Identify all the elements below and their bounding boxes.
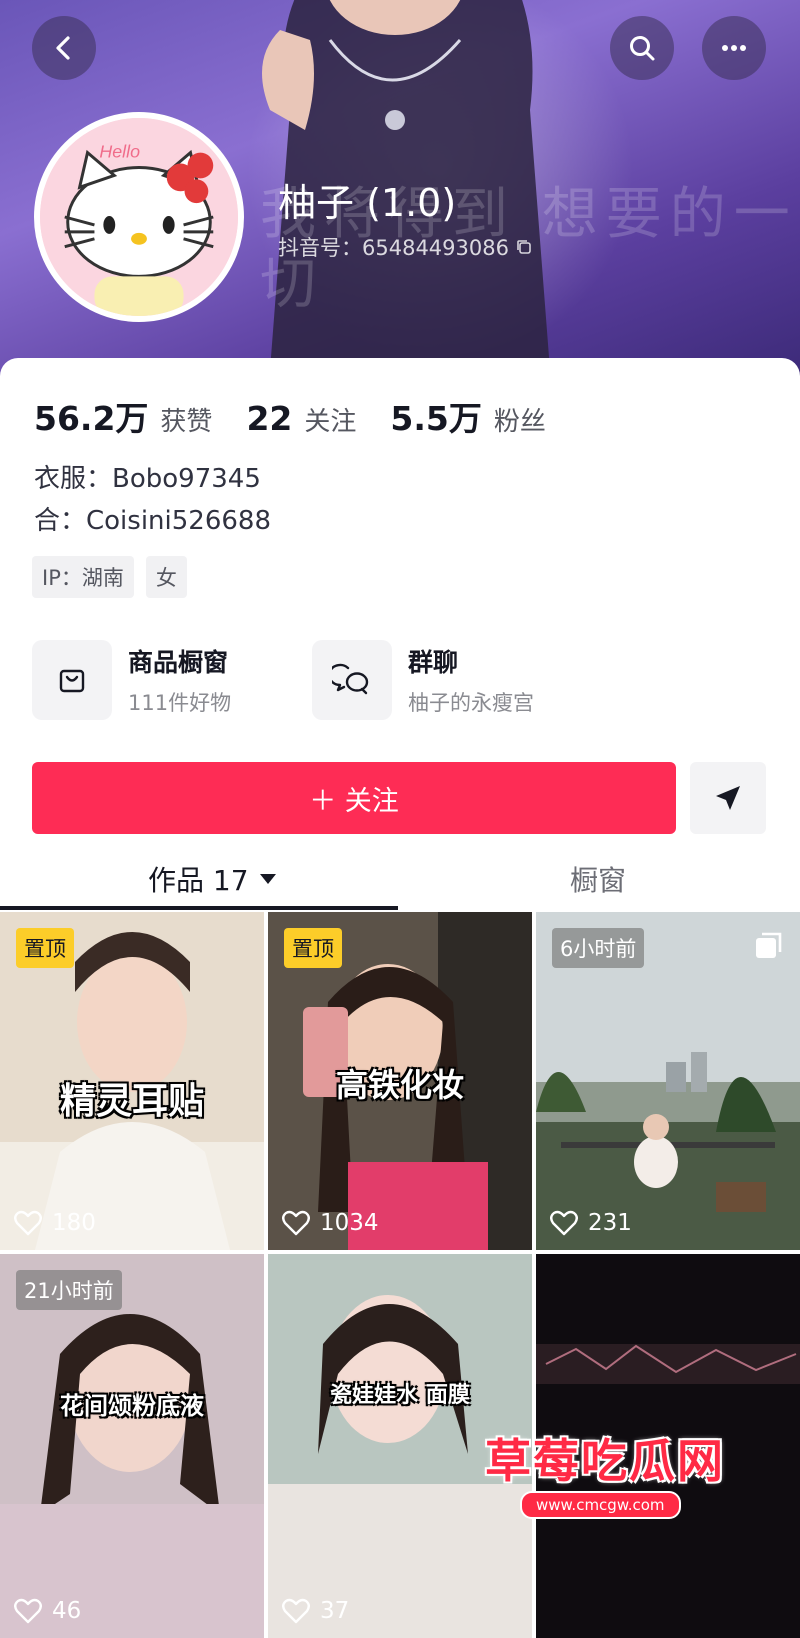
shortcut-title: 群聊 [408, 648, 459, 677]
profile-page: 我将得到 想要的一切 Hello 柚子 (1.0) 抖音号：6548449308… [0, 0, 800, 1638]
search-icon [630, 36, 655, 61]
video-likes: 180 [14, 1210, 96, 1236]
shortcut-shop-window[interactable]: 商品橱窗 111件好物 [32, 640, 231, 720]
back-button[interactable] [32, 16, 96, 80]
shop-bag-icon [59, 669, 85, 693]
heart-outline-icon [550, 1210, 578, 1236]
watermark-title: 草莓吃瓜网 [485, 1434, 725, 1488]
tag-gender: 女 [145, 556, 187, 598]
video-caption: 高铁化妆 [335, 1066, 464, 1104]
stat-label: 获赞 [160, 407, 213, 437]
tab-works[interactable]: 作品 17 [148, 848, 277, 910]
likes-count: 231 [588, 1210, 632, 1236]
heart-outline-icon [14, 1210, 42, 1236]
watermark-url: www.cmcgw.com [520, 1491, 681, 1519]
shortcut-subtitle: 柚子的永瘦宫 [408, 691, 534, 715]
site-watermark: 草莓吃瓜网 www.cmcgw.com [425, 1425, 785, 1545]
profile-bio: 衣服：Bobo97345 合：Coisini526688 [34, 458, 271, 542]
profile-tags: IP：湖南 女 [32, 556, 187, 598]
video-thumbnail[interactable]: 6小时前 231 [536, 912, 800, 1250]
stat-value: 22 [246, 399, 293, 438]
shortcut-title: 商品橱窗 [128, 648, 229, 677]
caret-down-icon[interactable] [259, 873, 277, 885]
heart-outline-icon [282, 1210, 310, 1236]
content-tabs: 作品 17 橱窗 [0, 848, 800, 910]
video-caption: 瓷娃娃水 面膜 [330, 1383, 470, 1408]
hello-kitty-avatar-image: Hello [40, 118, 238, 316]
pinned-badge: 置顶 [284, 928, 342, 968]
stat-value: 5.5万 [390, 399, 482, 438]
svg-text:Hello: Hello [99, 142, 140, 162]
follow-button[interactable]: ＋ 关注 [32, 762, 676, 834]
follow-button-label: ＋ 关注 [309, 785, 399, 817]
video-thumbnail[interactable]: 置顶 精灵耳贴 180 [0, 912, 264, 1250]
more-button[interactable] [702, 16, 766, 80]
likes-count: 46 [52, 1598, 82, 1624]
share-button[interactable] [690, 762, 766, 834]
heart-outline-icon [14, 1598, 42, 1624]
heart-outline-icon [282, 1598, 310, 1624]
stats-row: 56.2万 获赞 22 关注 5.5万 粉丝 [34, 392, 546, 440]
more-icon [722, 45, 746, 51]
video-cover-image [0, 1254, 264, 1638]
time-badge: 21小时前 [16, 1270, 122, 1310]
stat-value: 56.2万 [34, 399, 149, 438]
bio-line: 合：Coisini526688 [34, 506, 272, 536]
video-likes: 37 [282, 1598, 349, 1624]
pinned-badge: 置顶 [16, 928, 74, 968]
likes-count: 37 [320, 1598, 350, 1624]
profile-name: 柚子 (1.0) [278, 181, 457, 225]
video-likes: 1034 [282, 1210, 379, 1236]
chat-bubbles-icon [332, 663, 369, 695]
likes-count: 1034 [320, 1210, 379, 1236]
copy-icon[interactable] [515, 238, 533, 256]
multi-image-icon [756, 932, 782, 958]
video-thumbnail[interactable]: 置顶 高铁化妆 1034 [268, 912, 532, 1250]
stat-label: 粉丝 [493, 407, 546, 437]
video-thumbnail[interactable]: 21小时前 花间颂粉底液 46 [0, 1254, 264, 1638]
send-icon [716, 786, 740, 810]
avatar[interactable]: Hello [34, 112, 244, 322]
stat-following[interactable]: 22 关注 [246, 399, 356, 438]
douyin-id[interactable]: 抖音号：65484493086 [278, 232, 533, 262]
back-arrow-icon [56, 36, 70, 60]
tab-shop-window[interactable]: 橱窗 [570, 848, 626, 910]
search-button[interactable] [610, 16, 674, 80]
bio-line: 衣服：Bobo97345 [34, 464, 261, 494]
video-caption: 花间颂粉底液 [60, 1392, 204, 1420]
active-tab-indicator [0, 906, 398, 910]
shortcut-subtitle: 111件好物 [128, 691, 232, 715]
video-likes: 46 [14, 1598, 81, 1624]
video-caption: 精灵耳贴 [59, 1081, 204, 1122]
profile-banner: 我将得到 想要的一切 Hello 柚子 (1.0) 抖音号：6548449308… [0, 0, 800, 380]
stat-likes[interactable]: 56.2万 获赞 [34, 392, 212, 440]
time-badge: 6小时前 [552, 928, 645, 968]
video-likes: 231 [550, 1210, 632, 1236]
tab-works-label: 作品 17 [148, 864, 249, 897]
shortcut-group-chat[interactable]: 群聊 柚子的永瘦宫 [312, 640, 534, 720]
tag-ip-location: IP：湖南 [32, 556, 134, 598]
likes-count: 180 [52, 1210, 96, 1236]
stat-label: 关注 [304, 407, 357, 437]
stat-followers[interactable]: 5.5万 粉丝 [390, 392, 545, 440]
douyin-id-text: 抖音号：65484493086 [278, 236, 509, 260]
